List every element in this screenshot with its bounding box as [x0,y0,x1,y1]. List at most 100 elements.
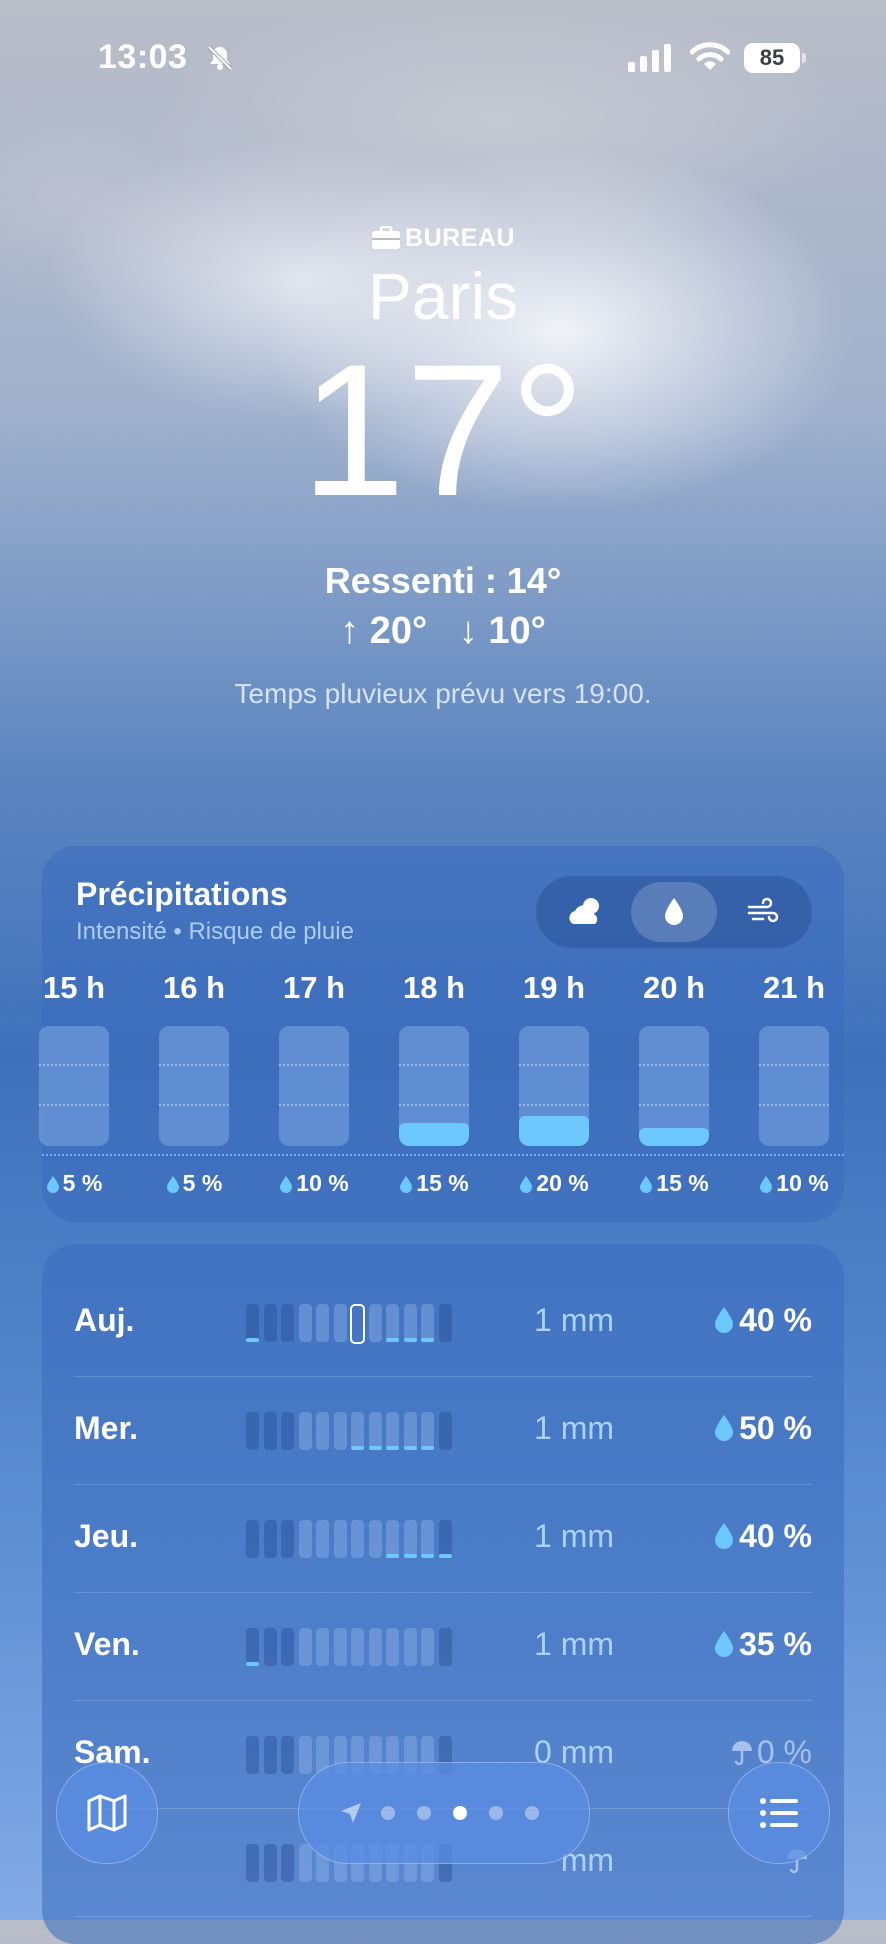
high-temp: ↑ 20° [340,610,428,652]
page-dot[interactable] [417,1806,431,1820]
rain-chance-value: 10 % [296,1170,349,1196]
city-name: Paris [367,259,519,333]
feels-like: Ressenti : 14° [324,560,562,601]
hour-column[interactable]: 15 h [29,970,119,1146]
drop-icon [665,898,683,925]
rain-chance-value: 35 % [739,1626,812,1662]
drop-icon [715,1415,734,1441]
forecast-summary: Temps pluvieux prévu vers 19:00. [234,678,652,709]
hour-column[interactable]: 18 h [389,970,479,1146]
hour-column[interactable]: 21 h [749,970,839,1146]
rain-amount: 1 mm [534,1518,614,1554]
wind-icon [747,897,779,923]
hour-label: 21 h [762,970,826,1005]
drop-icon [640,1176,653,1193]
rain-chance: 10 % [739,1170,849,1197]
hourly-strip [246,1520,458,1558]
rain-amount: 1 mm [534,1626,614,1662]
drop-icon [760,1176,773,1193]
mode-cloud-button[interactable] [542,882,628,942]
rain-chance: 10 % [259,1170,369,1197]
high-low: ↑ 20° ↓ 10° [0,610,886,653]
hourly-strip [246,1628,458,1666]
hour-label: 20 h [642,970,706,1005]
rain-chance: 5 % [139,1170,249,1197]
current-temperature: 17° [300,325,586,535]
drop-icon [400,1176,413,1193]
daily-row[interactable]: Jeu. 1 mm 40 % [74,1484,812,1593]
rain-chance: 15 % [379,1170,489,1197]
precipitation-bar [639,1026,709,1146]
hourly-strip [246,1304,458,1344]
hour-column[interactable]: 17 h [269,970,359,1146]
precipitation-bar [39,1026,109,1146]
page-dot[interactable] [489,1806,503,1820]
location-type: BUREAU [405,224,515,252]
drop-icon [715,1307,734,1333]
precipitation-baseline [42,1154,844,1156]
map-button[interactable] [56,1762,158,1864]
rain-chance-value: 15 % [656,1170,709,1196]
page-dot-active[interactable] [453,1806,467,1820]
location-arrow-icon[interactable] [339,1801,363,1825]
rain-chance-value: 40 % [739,1302,812,1338]
rain-chance: 5 % [19,1170,129,1197]
list-button[interactable] [728,1762,830,1864]
battery-icon: 85 [744,43,808,73]
daily-row[interactable]: Auj. 1 mm 40 % [74,1268,812,1377]
precipitation-bar [399,1026,469,1146]
page-dot[interactable] [381,1806,395,1820]
hour-label: 16 h [162,970,226,1005]
rain-chance: 40 % [654,1518,812,1555]
daily-row[interactable]: Mer. 1 mm 50 % [74,1376,812,1485]
rain-chance: 40 % [654,1302,812,1339]
rain-chance-value: 20 % [536,1170,589,1196]
hour-column[interactable]: 19 h [509,970,599,1146]
day-name: Auj. [74,1302,135,1338]
rain-chance-value: 5 % [62,1170,103,1196]
hour-label: 15 h [42,970,106,1005]
bell-slash-icon [207,45,233,71]
rain-chance-value: 50 % [739,1410,812,1446]
day-name: Jeu. [74,1518,139,1554]
umbrella-icon [731,1741,752,1766]
drop-icon [520,1176,533,1193]
drop-icon [715,1631,734,1657]
rain-chance-value: 40 % [739,1518,812,1554]
precipitation-mode-selector [536,876,812,948]
drop-icon [46,1176,59,1193]
mode-wind-button[interactable] [720,882,806,942]
status-time: 13:03 [98,38,188,76]
page-dot[interactable] [525,1806,539,1820]
day-name: Ven. [74,1626,140,1662]
hour-column[interactable]: 16 h [149,970,239,1146]
hour-label: 17 h [282,970,346,1005]
battery-level: 85 [744,43,800,73]
rain-amount: 1 mm [534,1302,614,1338]
mode-drop-button[interactable] [631,882,717,942]
rain-chance-value: 10 % [776,1170,829,1196]
briefcase-icon [372,226,401,249]
signal-icon [628,44,671,72]
status-bar: 13:03 85 [0,0,886,120]
rain-chance-value: 15 % [416,1170,469,1196]
map-icon [87,1794,127,1832]
hourly-precipitation[interactable]: 15 h 16 h 17 h 18 h 19 h 20 h 21 h [0,970,886,1190]
drop-icon [715,1523,734,1549]
rain-chance: 15 % [619,1170,729,1197]
page-indicator[interactable] [298,1762,590,1864]
precipitation-subtitle: Intensité • Risque de pluie [76,918,354,945]
precipitation-bar [759,1026,829,1146]
rain-chance-value: 5 % [182,1170,223,1196]
drop-icon [280,1176,293,1193]
hourly-strip [246,1412,458,1450]
precipitation-bar [279,1026,349,1146]
precipitation-bar [159,1026,229,1146]
hour-column[interactable]: 20 h [629,970,719,1146]
hour-label: 19 h [522,970,586,1005]
list-icon [760,1798,798,1828]
daily-row[interactable]: Ven. 1 mm 35 % [74,1592,812,1701]
drop-icon [166,1176,179,1193]
precipitation-fill [399,1123,469,1146]
precipitation-fill [519,1116,589,1146]
